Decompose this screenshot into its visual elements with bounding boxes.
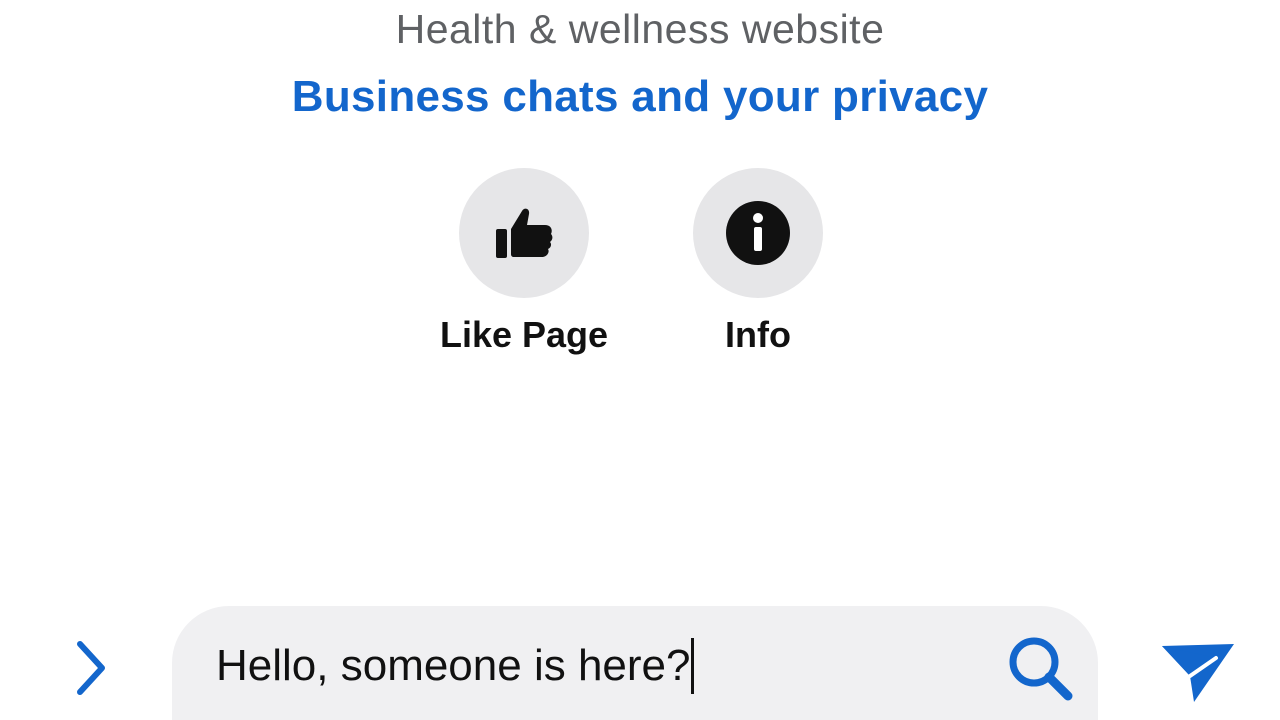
info-button[interactable]: Info [638, 168, 878, 356]
chevron-right-icon [77, 641, 105, 695]
expand-composer-button[interactable] [62, 636, 118, 700]
like-page-label: Like Page [439, 314, 609, 355]
info-icon-circle[interactable] [693, 168, 823, 298]
message-composer: Hello, someone is here? [0, 600, 1280, 720]
info-label: Info [725, 314, 791, 355]
message-input-field[interactable]: Hello, someone is here? [172, 606, 1098, 720]
send-button[interactable] [1152, 634, 1242, 710]
search-icon [1009, 637, 1073, 701]
thumbs-up-icon [496, 208, 553, 258]
search-button[interactable] [1002, 630, 1078, 706]
like-page-button[interactable]: Like Page [404, 168, 644, 356]
like-page-icon-circle[interactable] [459, 168, 589, 298]
text-caret [691, 638, 695, 694]
send-icon [1162, 644, 1234, 702]
message-input-value: Hello, someone is here? [216, 641, 691, 690]
business-chats-privacy-link[interactable]: Business chats and your privacy [0, 72, 1280, 122]
page-category: Health & wellness website [395, 6, 885, 52]
message-input-text[interactable]: Hello, someone is here? [216, 638, 695, 694]
messenger-chat-screen: Health & wellness website Business chats… [0, 0, 1280, 720]
info-icon [726, 201, 790, 265]
